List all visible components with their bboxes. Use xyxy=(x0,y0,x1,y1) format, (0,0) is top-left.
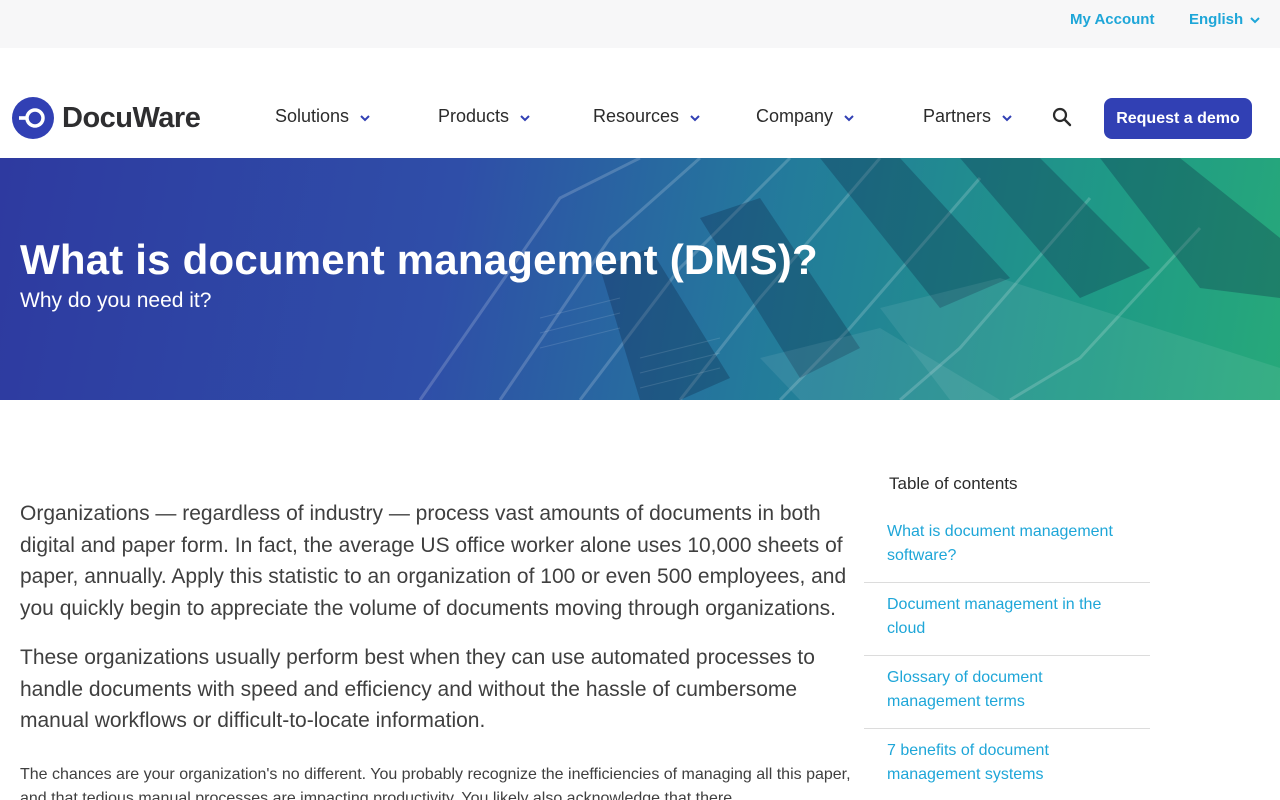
chevron-down-icon xyxy=(1250,16,1260,23)
nav-item-label: Partners xyxy=(923,106,992,126)
logo-mark-icon xyxy=(12,97,54,139)
main-nav: DocuWare Solutions Products Resources Co… xyxy=(0,48,1280,158)
nav-item-label: Solutions xyxy=(275,106,350,126)
utility-bar: My Account English xyxy=(0,0,1280,48)
chevron-down-icon xyxy=(1002,114,1012,121)
article-body: Organizations — regardless of industry —… xyxy=(20,498,866,800)
language-selector[interactable]: English xyxy=(1189,11,1261,28)
nav-item-label: Company xyxy=(756,106,834,126)
chevron-down-icon xyxy=(690,114,700,121)
request-demo-button[interactable]: Request a demo xyxy=(1104,98,1252,139)
article-paragraph: Organizations — regardless of industry —… xyxy=(20,502,847,620)
nav-item-label: Products xyxy=(438,106,510,126)
hero-banner: What is document management (DMS)? Why d… xyxy=(0,158,1280,400)
toc-link[interactable]: What is document management software? xyxy=(864,510,1150,583)
article-paragraph: These organizations usually perform best… xyxy=(20,646,815,732)
page-title: What is document management (DMS)? xyxy=(20,236,818,283)
page-subtitle: Why do you need it? xyxy=(20,289,212,312)
table-of-contents: Table of contents What is document manag… xyxy=(864,474,1150,800)
chevron-down-icon xyxy=(844,114,854,121)
language-label: English xyxy=(1189,11,1244,28)
nav-item-solutions[interactable]: Solutions xyxy=(275,106,371,127)
nav-item-products[interactable]: Products xyxy=(438,106,531,127)
toc-title: Table of contents xyxy=(889,474,1018,493)
nav-item-label: Resources xyxy=(593,106,680,126)
search-icon[interactable] xyxy=(1051,106,1073,128)
toc-link[interactable]: 7 benefits of document management system… xyxy=(864,729,1150,800)
nav-item-company[interactable]: Company xyxy=(756,106,855,127)
toc-link[interactable]: Glossary of document management terms xyxy=(864,656,1150,729)
chevron-down-icon xyxy=(520,114,530,121)
toc-link[interactable]: Document management in the cloud xyxy=(864,583,1150,656)
docuware-logo[interactable]: DocuWare xyxy=(12,97,201,139)
logo-text: DocuWare xyxy=(62,101,201,134)
article-paragraph: The chances are your organization's no d… xyxy=(20,765,851,800)
nav-item-partners[interactable]: Partners xyxy=(923,106,1013,127)
chevron-down-icon xyxy=(360,114,370,121)
nav-item-resources[interactable]: Resources xyxy=(593,106,701,127)
my-account-link[interactable]: My Account xyxy=(1070,11,1154,28)
